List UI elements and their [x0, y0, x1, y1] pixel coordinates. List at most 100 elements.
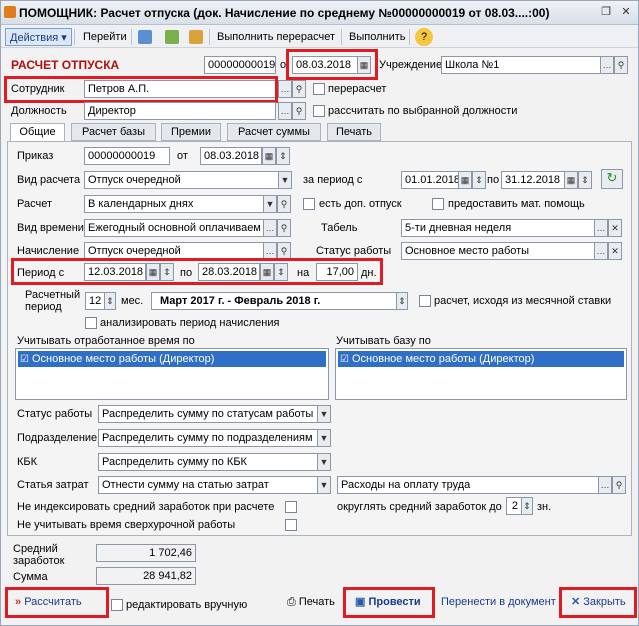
- edit-manual-checkbox[interactable]: [111, 599, 123, 611]
- select-icon[interactable]: …: [278, 102, 292, 120]
- by-position-checkbox[interactable]: [313, 105, 325, 117]
- kbk-dist-select[interactable]: Распределить сумму по КБК: [98, 453, 318, 471]
- print-button[interactable]: ⎙ Печать: [283, 592, 339, 614]
- dept-dist-select[interactable]: Распределить сумму по подразделениям: [98, 429, 318, 447]
- checkbox-checked-icon[interactable]: ☑: [340, 352, 349, 368]
- clear-icon[interactable]: ✕: [608, 219, 622, 237]
- recalc-checkbox[interactable]: [313, 83, 325, 95]
- tab-bonuses[interactable]: Премии: [161, 123, 221, 141]
- search-icon[interactable]: ⚲: [277, 195, 291, 213]
- calendar-icon[interactable]: ▦: [146, 263, 160, 281]
- base-list[interactable]: ☑ Основное место работы (Директор): [335, 348, 627, 400]
- calc-period-months-field[interactable]: 12: [85, 292, 105, 310]
- help-button[interactable]: ?: [415, 28, 433, 46]
- spin-icon[interactable]: ⇕: [160, 263, 174, 281]
- chevron-down-icon[interactable]: ▼: [317, 405, 331, 423]
- search-icon[interactable]: ⚲: [292, 102, 306, 120]
- spin-icon[interactable]: ⇕: [276, 147, 290, 165]
- assistant-window: ПОМОЩНИК: Расчет отпуска (док. Начислени…: [0, 0, 639, 626]
- spin-icon[interactable]: ⇕: [396, 292, 408, 310]
- select-icon[interactable]: …: [600, 56, 614, 74]
- select-icon[interactable]: …: [598, 476, 612, 494]
- select-icon[interactable]: …: [594, 242, 608, 260]
- chevron-down-icon[interactable]: ▼: [278, 171, 292, 189]
- close-button[interactable]: ✕ Закрыть: [567, 592, 630, 614]
- clear-icon[interactable]: ✕: [608, 242, 622, 260]
- time-type-label: Вид времени: [17, 222, 84, 234]
- checkbox-checked-icon[interactable]: ☑: [20, 352, 29, 368]
- spin-icon[interactable]: ⇕: [521, 497, 533, 515]
- chevron-down-icon[interactable]: ▼: [317, 476, 331, 494]
- order-number-field[interactable]: 00000000019: [84, 147, 170, 165]
- restore-icon[interactable]: ❐: [599, 5, 613, 19]
- chevron-down-icon[interactable]: ▼: [263, 195, 277, 213]
- doc-number-field[interactable]: 00000000019: [204, 56, 276, 74]
- for-period-label: за период с: [303, 174, 363, 186]
- refresh-icon[interactable]: ↻: [601, 169, 623, 189]
- institution-field[interactable]: Школа №1: [441, 56, 601, 74]
- work-status-field[interactable]: Основное место работы: [401, 242, 595, 260]
- calendar-icon[interactable]: ▦: [260, 263, 274, 281]
- leave-days-field[interactable]: 17,00: [316, 263, 358, 281]
- calendar-icon[interactable]: ▦: [564, 171, 578, 189]
- search-icon[interactable]: ⚲: [612, 476, 626, 494]
- tab-general[interactable]: Общие: [10, 123, 65, 142]
- calculate-button[interactable]: » Рассчитать: [11, 592, 86, 614]
- round-value-field[interactable]: 2: [506, 497, 522, 515]
- select-icon[interactable]: …: [278, 80, 292, 98]
- go-button[interactable]: Перейти: [79, 28, 131, 46]
- select-icon[interactable]: …: [594, 219, 608, 237]
- spin-icon[interactable]: ⇕: [472, 171, 486, 189]
- search-icon[interactable]: ⚲: [614, 56, 628, 74]
- tabel-field[interactable]: 5-ти дневная неделя: [401, 219, 595, 237]
- mat-help-checkbox[interactable]: [432, 198, 444, 210]
- spin-icon[interactable]: ⇕: [578, 171, 592, 189]
- calc-period-label: Расчетный период: [25, 289, 81, 313]
- extra-leave-label: есть доп. отпуск: [319, 198, 402, 210]
- base-item: Основное место работы (Директор): [352, 353, 535, 365]
- search-icon[interactable]: ⚲: [277, 219, 291, 237]
- list-icon[interactable]: [138, 30, 152, 44]
- analyze-checkbox[interactable]: [85, 317, 97, 329]
- fill-icon[interactable]: [165, 30, 179, 44]
- leave-to-field[interactable]: 28.03.2018: [198, 263, 260, 281]
- worked-time-list[interactable]: ☑ Основное место работы (Директор): [15, 348, 329, 400]
- copy-icon[interactable]: [189, 30, 203, 44]
- search-icon[interactable]: ⚲: [292, 80, 306, 98]
- position-field[interactable]: Директор: [84, 102, 276, 120]
- cost-dist-select[interactable]: Отнести сумму на статью затрат: [98, 476, 318, 494]
- chevron-down-icon[interactable]: ▼: [317, 429, 331, 447]
- no-index-checkbox[interactable]: [285, 501, 297, 513]
- tab-base-calc[interactable]: Расчет базы: [71, 123, 156, 141]
- calc-type-select[interactable]: Отпуск очередной: [84, 171, 280, 189]
- spin-icon[interactable]: ⇕: [274, 263, 288, 281]
- period-to-field[interactable]: 31.12.2018: [501, 171, 565, 189]
- spin-icon[interactable]: ⇕: [104, 292, 116, 310]
- list-item[interactable]: ☑ Основное место работы (Директор): [338, 351, 624, 367]
- transfer-button[interactable]: Перенести в документ: [437, 592, 560, 614]
- period-to-label: по: [487, 174, 500, 186]
- tab-sum-calc[interactable]: Расчет суммы: [227, 123, 321, 141]
- toolbar-separator: [209, 29, 210, 45]
- monthly-rate-checkbox[interactable]: [419, 295, 431, 307]
- leave-from-field[interactable]: 12.03.2018: [84, 263, 146, 281]
- chevron-down-icon[interactable]: ▼: [317, 453, 331, 471]
- order-date-field[interactable]: 08.03.2018: [200, 147, 262, 165]
- post-button[interactable]: ▣ Провести: [351, 592, 425, 614]
- cost-item-field[interactable]: Расходы на оплату труда: [337, 476, 599, 494]
- status-dist-select[interactable]: Распределить сумму по статусам работы: [98, 405, 318, 423]
- close-icon[interactable]: ✕: [619, 5, 633, 19]
- time-type-field[interactable]: Ежегодный основной оплачиваем: [84, 219, 264, 237]
- execute-button[interactable]: Выполнить: [345, 28, 409, 46]
- select-icon[interactable]: …: [263, 219, 277, 237]
- tab-print[interactable]: Печать: [327, 123, 381, 141]
- recalc-button[interactable]: Выполнить перерасчет: [213, 28, 339, 46]
- extra-leave-checkbox[interactable]: [303, 198, 315, 210]
- calendar-icon[interactable]: ▦: [262, 147, 276, 165]
- actions-menu[interactable]: Действия ▾: [5, 28, 72, 46]
- no-overtime-checkbox[interactable]: [285, 519, 297, 531]
- period-from-field[interactable]: 01.01.2018: [401, 171, 459, 189]
- calc-select[interactable]: В календарных днях: [84, 195, 264, 213]
- calendar-icon[interactable]: ▦: [458, 171, 472, 189]
- list-item[interactable]: ☑ Основное место работы (Директор): [18, 351, 326, 367]
